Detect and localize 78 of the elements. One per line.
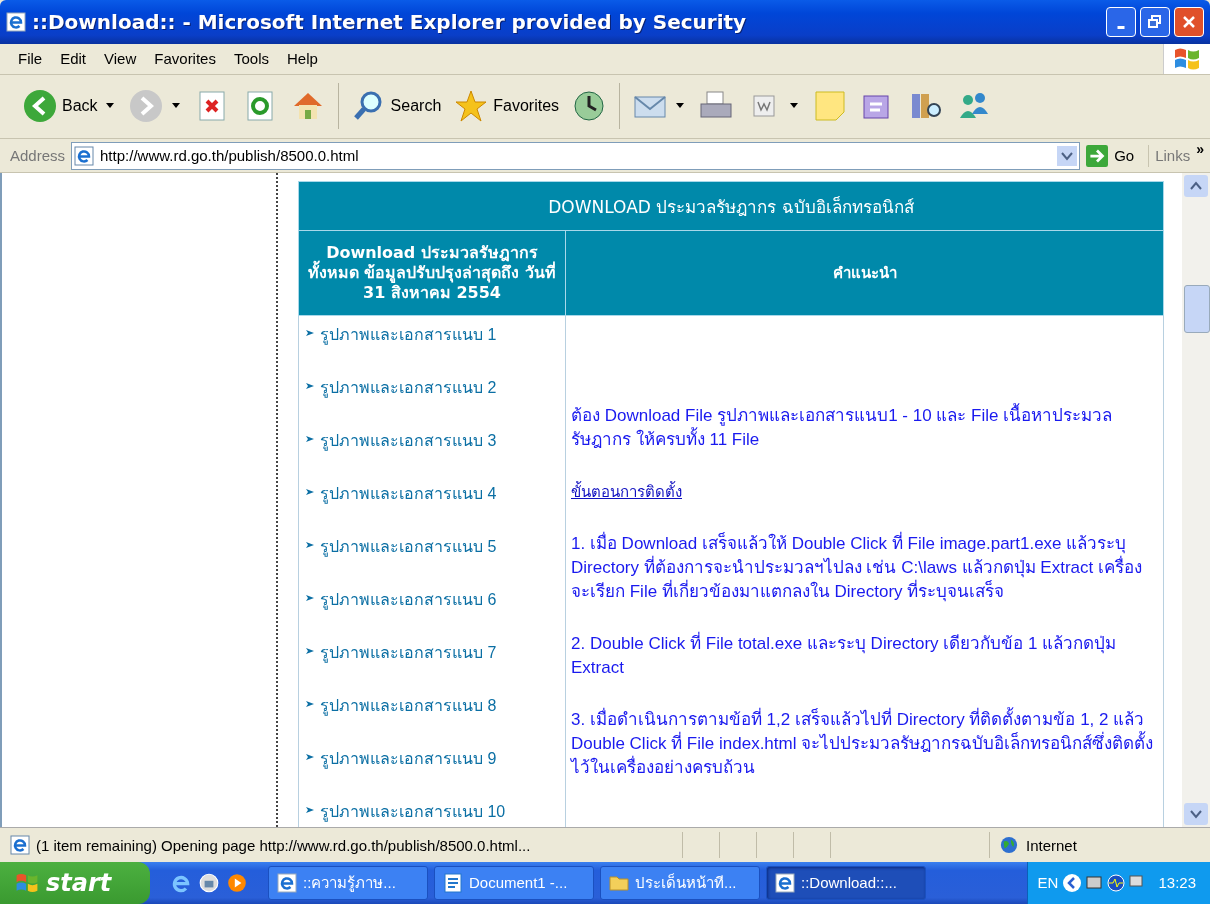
taskbar-button[interactable]: Document1 -...: [434, 866, 594, 900]
address-label: Address: [10, 147, 66, 165]
document-icon: [443, 873, 463, 893]
download-link[interactable]: รูปภาพและเอกสารแนบ 7: [320, 640, 497, 666]
search-button[interactable]: Search: [346, 86, 446, 127]
minimize-button[interactable]: [1106, 6, 1136, 37]
media-player-icon[interactable]: [226, 872, 248, 894]
arrow-bullet-icon: [305, 752, 315, 763]
menu-item[interactable]: Edit: [52, 48, 95, 69]
arrow-bullet-icon: [305, 328, 315, 339]
scroll-thumb[interactable]: [1184, 285, 1210, 334]
arrow-bullet-icon: [305, 487, 315, 498]
vertical-scrollbar[interactable]: [1182, 173, 1210, 828]
start-button[interactable]: start: [0, 862, 150, 904]
address-field[interactable]: http://www.rd.go.th/publish/8500.0.html: [71, 141, 1081, 170]
download-link[interactable]: รูปภาพและเอกสารแนบ 5: [320, 534, 497, 560]
favorites-button[interactable]: Favorites: [449, 86, 564, 127]
section-heading: ขั้นตอนการติดตั้ง: [571, 480, 683, 503]
arrow-bullet-icon: [305, 646, 315, 657]
zone-label: Internet: [1026, 836, 1077, 854]
status-text: (1 item remaining) Opening page http://www.rd.go.th/publish/8500.0.html...: [36, 836, 532, 854]
arrow-bullet-icon: [305, 381, 315, 392]
arrow-bullet-icon: [305, 434, 315, 445]
instruction-text: 1. เมื่อ Download เสร็จแล้วให้ Double Click ที่ File image.part1.exe แล้วระบุ Directory ที่ต้องการจะนำประมวลฯไปลง เช่น C:\laws แล้วกดปุ่ม Extract เครื่องจะเรียก File ที่เกี่ยวข้องมาแตกลงใน Directory ที่ระบุจนเสร็จ: [571, 532, 1159, 605]
menu-item[interactable]: Help: [279, 48, 326, 69]
download-link[interactable]: รูปภาพและเอกสารแนบ 10: [320, 799, 506, 825]
language-indicator[interactable]: EN: [1037, 874, 1059, 892]
arrow-bullet-icon: [305, 805, 315, 816]
menu-item[interactable]: File: [10, 48, 51, 69]
minimize-icon: [1117, 26, 1125, 30]
globe-icon: [1000, 836, 1018, 855]
dropdown-arrow-icon[interactable]: [105, 103, 114, 110]
links-label[interactable]: Links: [1155, 147, 1191, 165]
taskbar-button[interactable]: ประเด็นหน้าที...: [600, 866, 760, 900]
page-icon: [74, 145, 95, 166]
browser-icon: [775, 873, 795, 893]
clock: 13:23: [1158, 874, 1196, 892]
download-link[interactable]: รูปภาพและเอกสารแนบ 9: [320, 746, 497, 772]
instruction-text: 2. Double Click ที่ File total.exe และระบุ Directory เดียวกับข้อ 1 แล้วกดปุ่ม Extract: [571, 632, 1159, 681]
instruction-text: 3. เมื่อดำเนินการตามข้อที่ 1,2 เสร็จแล้วไปที่ Directory ที่ติดตั้งตามข้อ 1, 2 แล้ว Double Click ที่ File index.html จะไปประมวลรัษฎากรฉบับอิเล็กทรอนิกส์ซึ่งติดตั้งไว้ในเครื่องอย่างครบถ้วน: [571, 708, 1159, 781]
download-link[interactable]: รูปภาพและเอกสารแนบ 2: [320, 375, 497, 401]
taskbar-button[interactable]: ::ความรู้ภาษ...: [268, 866, 428, 900]
instruction-text: ต้อง Download File รูปภาพและเอกสารแนบ1 - 10 และ File เนื้อหาประมวลรัษฎากร ให้ครบทั้ง 11 File: [571, 404, 1159, 453]
go-button[interactable]: Go: [1086, 144, 1150, 167]
browser-icon: [277, 873, 297, 893]
column-header: คำแนะนำ: [565, 230, 1164, 316]
close-icon: [1181, 13, 1197, 30]
dropdown-arrow-icon[interactable]: [790, 103, 799, 110]
restore-button[interactable]: [1140, 6, 1170, 37]
dropdown-button[interactable]: [1057, 145, 1078, 166]
download-link[interactable]: รูปภาพและเอกสารแนบ 3: [320, 428, 497, 454]
download-link[interactable]: รูปภาพและเอกสารแนบ 8: [320, 693, 497, 719]
arrow-bullet-icon: [305, 593, 315, 604]
download-link[interactable]: รูปภาพและเอกสารแนบ 6: [320, 587, 497, 613]
download-link[interactable]: รูปภาพและเอกสารแนบ 4: [320, 481, 497, 507]
more-chevron[interactable]: »: [1196, 140, 1204, 157]
back-button[interactable]: Back: [18, 86, 102, 127]
page-icon: [10, 835, 30, 856]
download-link[interactable]: รูปภาพและเอกสารแนบ 1: [320, 322, 497, 348]
close-button[interactable]: [1174, 6, 1204, 37]
window-title: ::Download:: - Microsoft Internet Explorer provided by Security: [32, 9, 748, 34]
column-header: Download ประมวลรัษฎากร ทั้งหมด ข้อมูลปรับปรุงล่าสุดถึง วันที่ 31 สิงหาคม 2554: [298, 230, 566, 316]
menu-item[interactable]: Tools: [225, 48, 277, 69]
scroll-up-button[interactable]: [1184, 175, 1208, 198]
menu-item[interactable]: Favorites: [146, 48, 224, 69]
arrow-bullet-icon: [305, 540, 315, 551]
browser-icon: [6, 11, 26, 32]
taskbar-button[interactable]: ::Download::...: [766, 866, 926, 900]
folder-icon: [609, 873, 629, 893]
dropdown-arrow-icon[interactable]: [171, 103, 180, 110]
menu-item[interactable]: View: [96, 48, 145, 69]
restore-icon: [1147, 13, 1163, 30]
mail-icon[interactable]: [198, 872, 220, 894]
chevron-left-icon[interactable]: [1062, 873, 1083, 893]
arrow-bullet-icon: [305, 699, 315, 710]
dropdown-arrow-icon[interactable]: [676, 103, 685, 110]
scroll-down-button[interactable]: [1184, 803, 1208, 826]
table-title: DOWNLOAD ประมวลรัษฎากร ฉบับอิเล็กทรอนิกส์: [298, 181, 1164, 231]
